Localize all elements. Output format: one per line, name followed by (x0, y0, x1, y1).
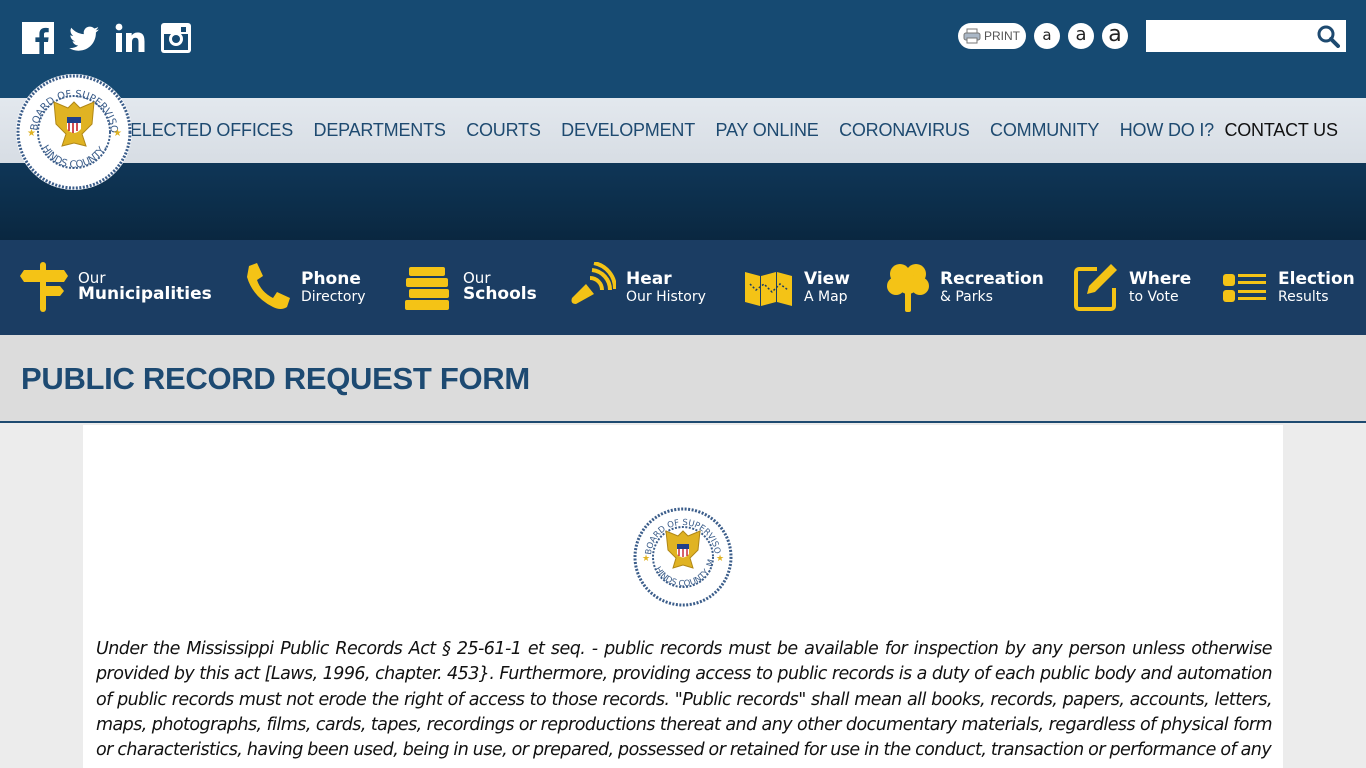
quick-link-election-results[interactable]: Election Results (1222, 258, 1355, 316)
nav-pay-online[interactable]: PAY ONLINE (716, 120, 819, 141)
quick-link-hear-history[interactable]: Hear Our History (568, 258, 706, 316)
main-nav-bar: ELECTED OFFICES DEPARTMENTS COURTS DEVEL… (0, 98, 1366, 163)
nav-departments[interactable]: DEPARTMENTS (314, 120, 446, 141)
quick-link-sub: & Parks (940, 288, 993, 305)
tree-icon (887, 264, 929, 312)
quick-link-where-to-vote[interactable]: Where to Vote (1073, 258, 1191, 316)
quick-link-big: View (804, 268, 850, 289)
quick-link-recreation-parks[interactable]: Recreation & Parks (886, 258, 1044, 316)
quick-link-sub: to Vote (1129, 288, 1179, 305)
main-nav: ELECTED OFFICES DEPARTMENTS COURTS DEVEL… (130, 98, 1338, 163)
nav-elected-offices[interactable]: ELECTED OFFICES (130, 120, 293, 141)
twitter-icon[interactable] (68, 22, 100, 54)
instagram-icon[interactable] (160, 22, 192, 54)
facebook-icon[interactable] (22, 22, 54, 54)
quick-link-big: Hear (626, 268, 672, 289)
page-tools: PRINT a a a (958, 23, 1128, 49)
edit-icon (1074, 264, 1117, 311)
quick-link-big: Recreation (940, 268, 1044, 289)
nav-contact-us[interactable]: CONTACT US (1224, 120, 1338, 141)
quick-link-sub: Results (1278, 288, 1329, 305)
quick-link-view-map[interactable]: View A Map (744, 258, 850, 316)
megaphone-icon (571, 262, 616, 304)
linkedin-icon[interactable] (114, 22, 146, 54)
quick-link-big: Election (1278, 268, 1355, 289)
hero-banner (0, 163, 1366, 240)
quick-link-big: Schools (463, 284, 537, 304)
font-size-large-button[interactable]: a (1102, 23, 1128, 49)
nav-development[interactable]: DEVELOPMENT (561, 120, 695, 141)
quick-links-bar: Our Municipalities Phone Directory Our S… (0, 240, 1366, 335)
search-input[interactable] (1146, 20, 1306, 52)
phone-icon (247, 263, 290, 309)
top-bar: PRINT a a a (0, 0, 1366, 98)
list-icon (1223, 274, 1266, 302)
page-title: PUBLIC RECORD REQUEST FORM (21, 361, 530, 396)
font-size-small-button[interactable]: a (1034, 23, 1060, 49)
search-icon[interactable] (1316, 24, 1340, 48)
quick-link-sub: Directory (301, 288, 366, 305)
search-box (1146, 20, 1346, 52)
quick-link-big: Municipalities (78, 284, 212, 304)
nav-courts[interactable]: COURTS (466, 120, 541, 141)
quick-link-sub: A Map (804, 288, 848, 305)
page-title-band: PUBLIC RECORD REQUEST FORM (0, 335, 1366, 423)
quick-link-big: Phone (301, 268, 361, 289)
intro-paragraph: Under the Mississippi Public Records Act… (96, 639, 1273, 761)
books-icon (405, 267, 449, 310)
nav-coronavirus[interactable]: CORONAVIRUS (839, 120, 970, 141)
print-button[interactable]: PRINT (958, 23, 1026, 49)
svg-text:★: ★ (642, 553, 650, 563)
map-icon (745, 272, 792, 306)
print-label: PRINT (984, 29, 1020, 43)
main-content: BOARD OF SUPERVISORS HINDS COUNTY, MS ★ … (83, 425, 1283, 768)
font-size-medium-button[interactable]: a (1068, 23, 1094, 49)
printer-icon (963, 28, 981, 44)
quick-link-sub: Our History (626, 288, 706, 305)
nav-community[interactable]: COMMUNITY (990, 120, 1099, 141)
quick-link-big: Where (1129, 268, 1192, 289)
county-seal-logo[interactable]: BOARD OF SUPERVISORS HINDS COUNTY, MS ★ … (15, 72, 133, 192)
quick-link-schools[interactable]: Our Schools (405, 258, 537, 316)
svg-text:★: ★ (27, 128, 36, 139)
svg-text:★: ★ (113, 128, 122, 139)
quick-link-municipalities[interactable]: Our Municipalities (20, 258, 212, 316)
county-seal-image: BOARD OF SUPERVISORS HINDS COUNTY, MS ★ … (633, 507, 733, 607)
svg-text:★: ★ (716, 553, 724, 563)
signpost-icon (20, 262, 68, 312)
social-links (22, 22, 192, 54)
quick-link-phone-directory[interactable]: Phone Directory (243, 258, 366, 316)
nav-how-do-i[interactable]: HOW DO I? (1120, 120, 1214, 141)
